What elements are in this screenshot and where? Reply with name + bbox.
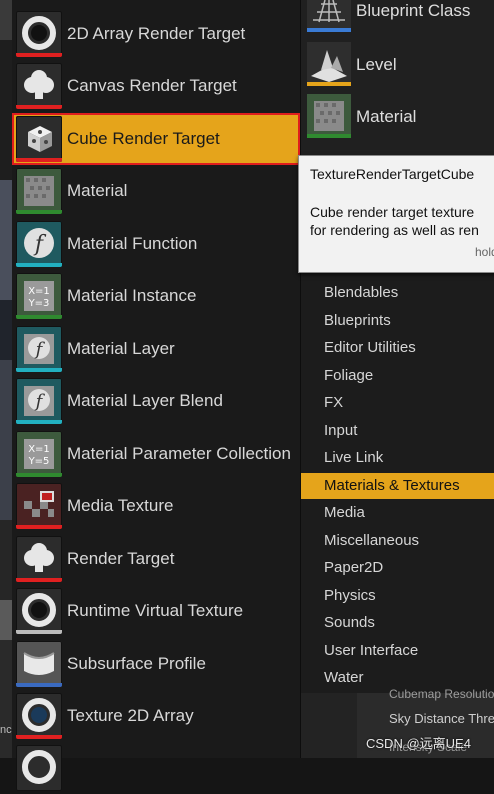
tooltip-description: Cube render target texture xyxy=(310,204,475,220)
menu-item-material-parameter-collection[interactable]: X=1 Y=5 Material Parameter Collection xyxy=(12,428,300,480)
menu-item-label: 2D Array Render Target xyxy=(67,24,246,43)
menu-item-label: Material Instance xyxy=(67,286,197,305)
menu-item-partial[interactable] xyxy=(12,742,300,794)
menu-item-render-target[interactable]: Render Target xyxy=(12,533,300,585)
menu-item-label: Canvas Render Target xyxy=(67,76,237,95)
category-miscellaneous[interactable]: Miscellaneous xyxy=(301,528,494,554)
menu-item-label: Media Texture xyxy=(67,496,174,515)
svg-text:Y=5: Y=5 xyxy=(28,456,50,467)
menu-item-label: Material Parameter Collection xyxy=(67,444,291,463)
menu-item-material-common[interactable]: Material xyxy=(305,92,494,142)
menu-item-material[interactable]: Material xyxy=(12,165,300,217)
category-fx[interactable]: FX xyxy=(301,390,494,416)
cube-icon xyxy=(16,116,62,162)
menu-item-level[interactable]: Level xyxy=(305,40,494,90)
function-icon: f xyxy=(16,378,62,424)
menu-item-runtime-virtual-texture[interactable]: Runtime Virtual Texture xyxy=(12,585,300,637)
menu-item-label: Material xyxy=(356,107,417,126)
menu-item-label: Material Layer Blend xyxy=(67,391,223,410)
details-property-label: Sky Distance Thre xyxy=(389,711,494,726)
cloud-icon xyxy=(16,63,62,109)
ring-icon xyxy=(16,693,62,739)
menu-item-label: Material Function xyxy=(67,234,198,253)
menu-item-media-texture[interactable]: Media Texture xyxy=(12,480,300,532)
level-icon xyxy=(307,42,351,86)
category-user-interface[interactable]: User Interface xyxy=(301,638,494,664)
tooltip-description: for rendering as well as ren xyxy=(310,222,479,238)
details-gutter xyxy=(301,693,357,758)
menu-item-label: Blueprint Class xyxy=(356,1,471,20)
equation-icon: X=1 Y=5 xyxy=(16,431,62,477)
menu-item-label: Subsurface Profile xyxy=(67,654,206,673)
category-editor-utilities[interactable]: Editor Utilities xyxy=(301,335,494,361)
menu-item-label: Level xyxy=(356,55,397,74)
menu-item-material-function[interactable]: f Material Function xyxy=(12,218,300,270)
asset-type-menu: 2D Array Render Target Canvas Render Tar… xyxy=(12,0,301,791)
material-sphere-icon xyxy=(307,94,351,138)
watermark: CSDN @远离UE4 xyxy=(366,736,471,751)
category-live-link[interactable]: Live Link xyxy=(301,445,494,471)
tooltip: TextureRenderTargetCube Cube render targ… xyxy=(298,155,494,273)
grid-plane-icon xyxy=(307,0,351,32)
category-sounds[interactable]: Sounds xyxy=(301,610,494,636)
menu-item-label: Cube Render Target xyxy=(67,129,220,148)
menu-item-material-layer-blend[interactable]: f Material Layer Blend xyxy=(12,375,300,427)
material-sphere-icon xyxy=(16,168,62,214)
category-physics[interactable]: Physics xyxy=(301,583,494,609)
category-blendables[interactable]: Blendables xyxy=(301,280,494,306)
menu-item-label: Material Layer xyxy=(67,339,175,358)
ring-icon xyxy=(16,745,62,791)
viewport-background xyxy=(0,0,12,758)
function-icon: f xyxy=(16,221,62,267)
menu-item-material-layer[interactable]: f Material Layer xyxy=(12,323,300,375)
category-media[interactable]: Media xyxy=(301,500,494,526)
category-materials-textures[interactable]: Materials & Textures xyxy=(301,473,494,499)
menu-item-blueprint-class[interactable]: Blueprint Class xyxy=(305,0,494,36)
svg-text:Y=3: Y=3 xyxy=(28,298,50,309)
edge-text: nc xyxy=(0,724,12,736)
category-list: Blendables Blueprints Editor Utilities F… xyxy=(301,271,494,693)
menu-item-label: Render Target xyxy=(67,549,175,568)
menu-item-material-instance[interactable]: X=1 Y=3 Material Instance xyxy=(12,270,300,322)
category-blueprints[interactable]: Blueprints xyxy=(301,308,494,334)
menu-item-subsurface-profile[interactable]: Subsurface Profile xyxy=(12,638,300,690)
function-icon: f xyxy=(16,326,62,372)
cloud-icon xyxy=(16,536,62,582)
menu-item-cube-render-target[interactable]: Cube Render Target xyxy=(12,113,300,165)
menu-item-texture-2d-array[interactable]: Texture 2D Array xyxy=(12,690,300,742)
equation-icon: X=1 Y=3 xyxy=(16,273,62,319)
menu-item-label: Material xyxy=(67,181,128,200)
category-input[interactable]: Input xyxy=(301,418,494,444)
menu-item-label: Runtime Virtual Texture xyxy=(67,601,244,620)
menu-item-canvas-render-target[interactable]: Canvas Render Target xyxy=(12,60,300,112)
menu-item-label: Texture 2D Array xyxy=(67,706,194,725)
media-texture-icon xyxy=(16,483,62,529)
svg-text:X=1: X=1 xyxy=(28,444,50,455)
menu-item-2d-array-render-target[interactable]: 2D Array Render Target xyxy=(12,8,300,60)
svg-text:X=1: X=1 xyxy=(28,286,50,297)
common-assets-list: Blueprint Class Level Material xyxy=(301,0,494,155)
tooltip-hint: hold xyxy=(475,245,494,259)
details-property-label: Cubemap Resolution xyxy=(389,687,494,701)
category-foliage[interactable]: Foliage xyxy=(301,363,494,389)
tooltip-title: TextureRenderTargetCube xyxy=(310,166,475,182)
ring-icon xyxy=(16,588,62,634)
category-paper2d[interactable]: Paper2D xyxy=(301,555,494,581)
subsurface-icon xyxy=(16,641,62,687)
ring-icon xyxy=(16,11,62,57)
